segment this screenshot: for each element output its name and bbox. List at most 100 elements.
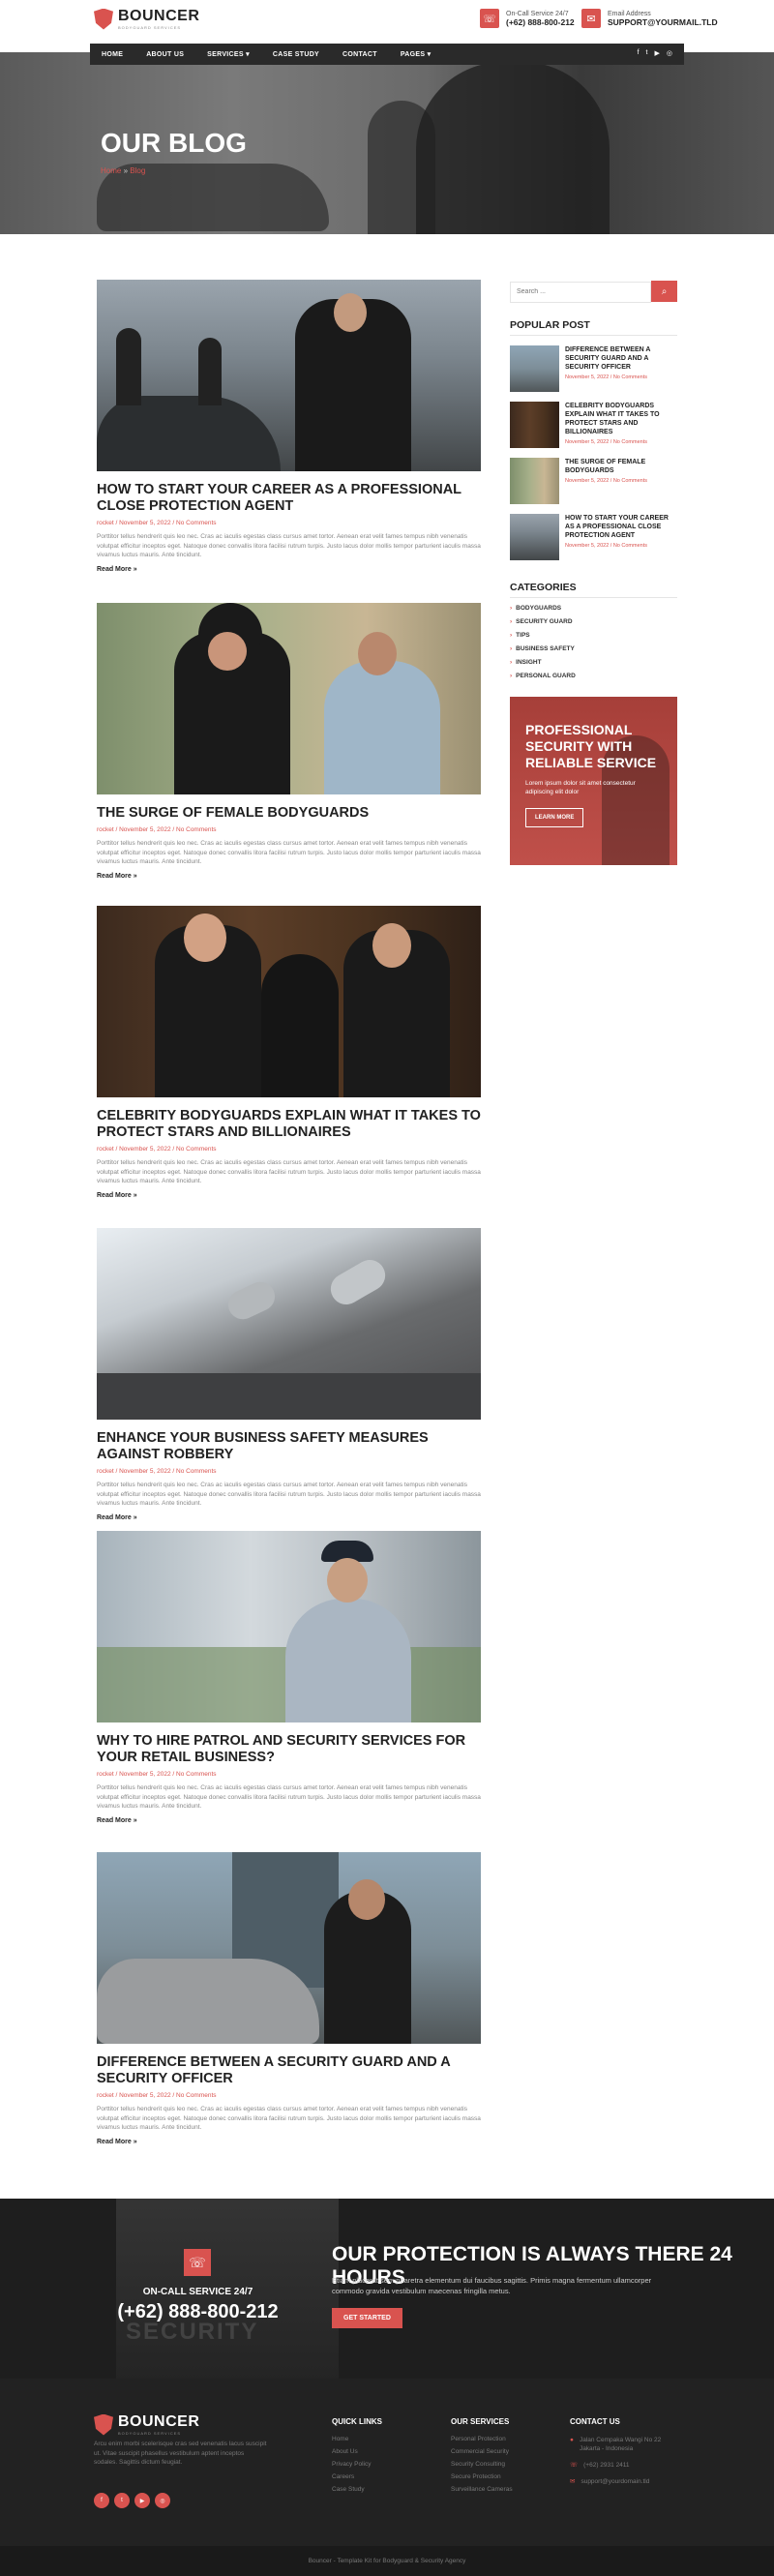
post-title[interactable]: HOW TO START YOUR CAREER AS A PROFESSION… [97, 482, 481, 515]
post-excerpt: Porttitor tellus hendrerit quis leo nec.… [97, 1784, 481, 1810]
get-started-button[interactable]: GET STARTED [332, 2308, 402, 2328]
post-title[interactable]: DIFFERENCE BETWEEN A SECURITY GUARD AND … [97, 2054, 481, 2087]
mail-icon: ✉ [570, 2478, 576, 2485]
post-meta: rocket / November 5, 2022 / No Comments [97, 826, 217, 833]
post-image[interactable] [97, 906, 481, 1097]
post-excerpt: Porttitor tellus hendrerit quis leo nec.… [97, 2106, 481, 2131]
twitter-icon[interactable]: t [646, 49, 648, 57]
contact-email[interactable]: ✉ support@yourdomain.tld [570, 2477, 681, 2486]
instagram-icon[interactable]: ◎ [155, 2493, 170, 2508]
footer-logo[interactable]: BOUNCER BODYGUARD SERVICES [94, 2413, 199, 2436]
breadcrumb: Home » Blog [101, 166, 145, 175]
post-title[interactable]: CELEBRITY BODYGUARDS EXPLAIN WHAT IT TAK… [97, 1108, 481, 1141]
email-value[interactable]: SUPPORT@YOURMAIL.TLD [608, 17, 718, 27]
popular-post[interactable]: HOW TO START YOUR CAREER AS A PROFESSION… [510, 514, 677, 560]
popular-thumb[interactable] [510, 345, 559, 392]
cta-text: Etiam placerat sem pharetra elementum du… [332, 2276, 652, 2295]
blog-post: WHY TO HIRE PATROL AND SECURITY SERVICES… [97, 1531, 481, 1824]
contact-title: CONTACT US [570, 2417, 620, 2426]
category-link[interactable]: INSIGHT [510, 659, 677, 666]
footer-link[interactable]: Surveillance Cameras [451, 2486, 513, 2493]
email-label: Email Address [608, 10, 651, 17]
contact-column: CONTACT US ● Jalan Cempaka Wangi No 22 Ja… [570, 2417, 681, 2494]
post-image[interactable] [97, 280, 481, 471]
read-more-link[interactable]: Read More » [97, 873, 481, 880]
copyright-bar: Bouncer - Template Kit for Bodyguard & S… [0, 2546, 774, 2576]
top-bar: BOUNCER BODYGUARD SERVICES ☏ On-Call Ser… [0, 0, 774, 39]
footer-link[interactable]: Careers [332, 2473, 382, 2480]
post-image[interactable] [97, 1852, 481, 2044]
category-link[interactable]: PERSONAL GUARD [510, 673, 677, 679]
nav-home[interactable]: HOME [102, 51, 123, 58]
main-nav: HOME ABOUT US SERVICES ▾ CASE STUDY CONT… [90, 44, 684, 65]
footer-link[interactable]: About Us [332, 2448, 382, 2455]
category-link[interactable]: TIPS [510, 632, 677, 639]
post-title[interactable]: THE SURGE OF FEMALE BODYGUARDS [97, 805, 481, 822]
post-image[interactable] [97, 1531, 481, 1722]
post-title[interactable]: ENHANCE YOUR BUSINESS SAFETY MEASURES AG… [97, 1430, 481, 1463]
post-image[interactable] [97, 603, 481, 794]
popular-post[interactable]: DIFFERENCE BETWEEN A SECURITY GUARD AND … [510, 345, 677, 392]
email-info: ✉ Email Address SUPPORT@YOURMAIL.TLD [581, 9, 718, 28]
footer-brand-tagline: BODYGUARD SERVICES [118, 2431, 182, 2436]
nav-contact[interactable]: CONTACT [342, 51, 377, 58]
call-info: ☏ On-Call Service 24/7 (+62) 888-800-212 [480, 9, 575, 28]
blog-post: HOW TO START YOUR CAREER AS A PROFESSION… [97, 280, 481, 573]
popular-thumb[interactable] [510, 458, 559, 504]
nav-case-study[interactable]: CASE STUDY [273, 51, 319, 58]
read-more-link[interactable]: Read More » [97, 1514, 481, 1521]
footer-link[interactable]: Security Consulting [451, 2461, 513, 2468]
breadcrumb-current: Blog [130, 166, 146, 175]
twitter-icon[interactable]: t [114, 2493, 130, 2508]
contact-phone[interactable]: ☏ (+62) 2931 2411 [570, 2461, 681, 2470]
popular-thumb[interactable] [510, 402, 559, 448]
footer-link[interactable]: Home [332, 2436, 382, 2442]
category-link[interactable]: BODYGUARDS [510, 605, 677, 612]
site-logo[interactable]: BOUNCER BODYGUARD SERVICES [94, 8, 199, 30]
footer-link[interactable]: Case Study [332, 2486, 382, 2493]
post-title[interactable]: WHY TO HIRE PATROL AND SECURITY SERVICES… [97, 1733, 481, 1766]
search-input[interactable] [510, 281, 651, 303]
category-link[interactable]: SECURITY GUARD [510, 618, 677, 625]
facebook-icon[interactable]: f [94, 2493, 109, 2508]
page-title: OUR BLOG [101, 128, 247, 158]
post-meta: rocket / November 5, 2022 / No Comments [97, 1771, 217, 1778]
nav-services[interactable]: SERVICES ▾ [207, 50, 250, 58]
call-value[interactable]: (+62) 888-800-212 [506, 17, 575, 27]
youtube-icon[interactable]: ▶ [134, 2493, 150, 2508]
quick-links-title: QUICK LINKS [332, 2417, 382, 2426]
popular-title[interactable]: CELEBRITY BODYGUARDS EXPLAIN WHAT IT TAK… [565, 402, 677, 436]
popular-thumb[interactable] [510, 514, 559, 560]
footer-link[interactable]: Personal Protection [451, 2436, 513, 2442]
popular-meta: November 5, 2022 / No Comments [565, 439, 647, 445]
read-more-link[interactable]: Read More » [97, 566, 481, 573]
facebook-icon[interactable]: f [638, 49, 640, 57]
email-text[interactable]: support@yourdomain.tld [580, 2477, 649, 2486]
read-more-link[interactable]: Read More » [97, 2139, 481, 2145]
learn-more-button[interactable]: LEARN MORE [525, 808, 584, 827]
search-button[interactable]: ⌕ [651, 281, 677, 302]
read-more-link[interactable]: Read More » [97, 1817, 481, 1824]
youtube-icon[interactable]: ▶ [655, 49, 660, 57]
popular-title[interactable]: DIFFERENCE BETWEEN A SECURITY GUARD AND … [565, 345, 677, 372]
instagram-icon[interactable]: ◎ [667, 49, 672, 57]
popular-post[interactable]: CELEBRITY BODYGUARDS EXPLAIN WHAT IT TAK… [510, 402, 677, 448]
post-image[interactable] [97, 1228, 481, 1420]
footer-link[interactable]: Commercial Security [451, 2448, 513, 2455]
phone-text[interactable]: (+62) 2931 2411 [583, 2461, 629, 2470]
services-column: OUR SERVICES Personal Protection Commerc… [451, 2417, 513, 2499]
category-link[interactable]: BUSINESS SAFETY [510, 645, 677, 652]
sidebar: ⌕ POPULAR POST DIFFERENCE BETWEEN A SECU… [510, 281, 677, 865]
popular-title[interactable]: THE SURGE OF FEMALE BODYGUARDS [565, 458, 677, 475]
cta-section: ☏ ON-CALL SERVICE 24/7 (+62) 888-800-212… [0, 2199, 774, 2379]
footer-brand-name: BOUNCER [118, 2413, 200, 2430]
popular-title[interactable]: HOW TO START YOUR CAREER AS A PROFESSION… [565, 514, 677, 540]
nav-pages[interactable]: PAGES ▾ [401, 50, 432, 58]
read-more-link[interactable]: Read More » [97, 1192, 481, 1199]
breadcrumb-home[interactable]: Home [101, 166, 121, 175]
post-excerpt: Porttitor tellus hendrerit quis leo nec.… [97, 1159, 481, 1184]
popular-post[interactable]: THE SURGE OF FEMALE BODYGUARDS November … [510, 458, 677, 504]
nav-about[interactable]: ABOUT US [146, 51, 184, 58]
footer-link[interactable]: Secure Protection [451, 2473, 513, 2480]
footer-link[interactable]: Privacy Policy [332, 2461, 382, 2468]
